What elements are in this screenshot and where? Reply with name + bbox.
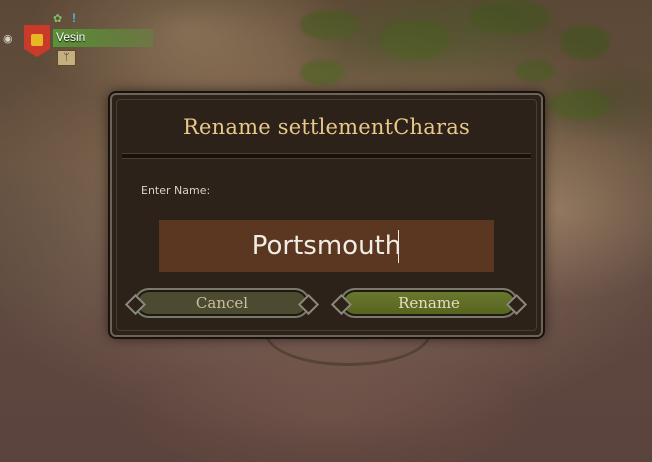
eye-icon[interactable]: ◉ — [3, 32, 13, 45]
button-ornament-right — [505, 293, 528, 316]
clan-icon: ✿ — [53, 12, 63, 25]
enter-name-label: Enter Name: — [141, 184, 211, 197]
rename-button-label: Rename — [398, 294, 460, 312]
button-ornament-left — [330, 293, 353, 316]
party-name: Vesin — [56, 30, 86, 44]
name-input[interactable] — [159, 220, 494, 272]
quest-alert-icon: ! — [72, 11, 76, 25]
dialog-title: Rename settlementCharas — [183, 115, 470, 139]
rename-button[interactable]: Rename — [330, 288, 528, 318]
cancel-button[interactable]: Cancel — [124, 288, 320, 318]
button-ornament-right — [297, 293, 320, 316]
text-caret — [398, 230, 399, 263]
party-nameplate[interactable]: Vesin — [53, 29, 153, 47]
rename-dialog: Rename settlementCharas Enter Name: Canc… — [110, 93, 543, 337]
title-divider — [122, 153, 531, 159]
cancel-button-label: Cancel — [195, 294, 249, 312]
troop-icon: ᛘ — [57, 50, 76, 66]
button-ornament-left — [124, 293, 147, 316]
